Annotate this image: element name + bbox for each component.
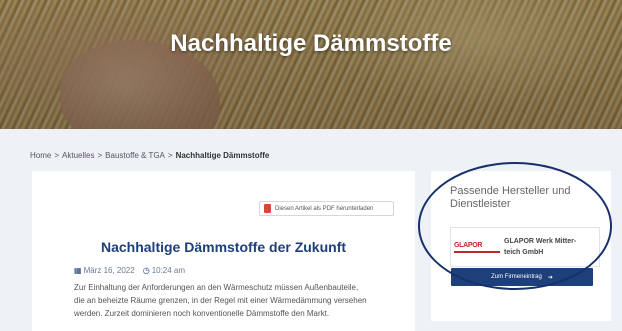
sidebar-card: Passende Hersteller und Dienstleister GL… [431,171,611,321]
breadcrumb: Home > Aktuelles > Baustoffe & TGA > Nachhalti… [30,151,269,160]
article-title: Nachhaltige Dämmstoffe der Zukunft [100,239,347,255]
page-title: Nachhaltige Dämmstoffe [170,30,452,57]
breadcrumb-separator: > [167,151,173,160]
company-name: GLAPOR Werk Mitter- teich GmbH [504,236,576,258]
article-date: ▦ März 16, 2022 [74,266,135,275]
pdf-icon [264,204,271,213]
breadcrumb-home[interactable]: Home [30,151,51,160]
breadcrumb-current: Nachhaltige Dämmstoffe [175,151,270,160]
article-card: Diesen Artikel als PDF herunterladen Nac… [32,171,415,331]
company-entry-button[interactable]: Zum Firmeneintrag ➔ [451,268,593,286]
hero-banner: Nachhaltige Dämmstoffe [0,0,622,129]
article-date-text: März 16, 2022 [83,266,135,275]
breadcrumb-aktuelles[interactable]: Aktuelles [62,151,94,160]
calendar-icon: ▦ [74,266,82,275]
company-logo: GLAPOR [454,241,500,253]
breadcrumb-separator: > [97,151,103,160]
article-meta: ▦ März 16, 2022 ◷ 10:24 am [74,266,185,275]
company-entry-button-label: Zum Firmeneintrag [491,274,542,280]
article-time-text: 10:24 am [151,266,186,275]
article-excerpt: Zur Einhaltung der Anforderungen an den … [74,281,414,320]
breadcrumb-separator: > [54,151,60,160]
excerpt-line: werden. Zurzeit dominieren noch konventi… [74,309,330,318]
company-entry[interactable]: GLAPOR GLAPOR Werk Mitter- teich GmbH [450,227,600,267]
breadcrumb-baustoffe[interactable]: Baustoffe & TGA [105,151,165,160]
clock-icon: ◷ [142,266,150,275]
sidebar-title: Passende Hersteller und Dienstleister [450,185,571,210]
pdf-download-button[interactable]: Diesen Artikel als PDF herunterladen [259,201,394,216]
excerpt-line: Zur Einhaltung der Anforderungen an den … [74,283,359,292]
pdf-download-label: Diesen Artikel als PDF herunterladen [275,205,374,212]
company-name-line: teich GmbH [504,249,544,256]
excerpt-line: die an beheizte Räume grenzen, in der Re… [74,296,367,305]
arrow-right-icon: ➔ [547,274,553,281]
article-time: ◷ 10:24 am [143,266,185,275]
company-name-line: GLAPOR Werk Mitter- [504,238,577,245]
